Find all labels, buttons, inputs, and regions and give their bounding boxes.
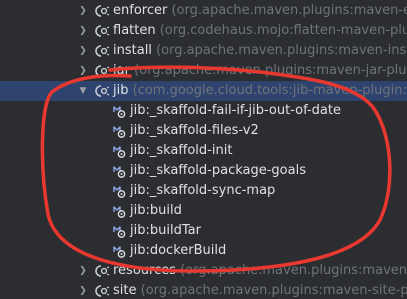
plugin-name: jib [113,83,129,98]
goal-name: jib:_skaffold-fail-if-jib-out-of-date [130,103,341,118]
plugin-row[interactable]: ❯ jar (org.apache.maven.plugins:maven-jar… [0,61,407,81]
goal-name: jib:_skaffold-files-v2 [130,123,259,138]
maven-plugin-icon [94,24,110,38]
maven-plugin-icon [94,44,110,58]
row-text: jar (org.apache.maven.plugins:maven-jar-… [113,61,407,81]
maven-goal-icon [113,223,127,239]
goal-row[interactable]: jib:build [0,201,407,221]
maven-goal-icon [113,103,127,119]
plugin-coordinates: (org.apache.maven.plugins:maven-re [180,263,407,278]
plugin-name: jar [113,63,130,78]
plugin-coordinates: (org.codehaus.mojo:flatten-maven-plu [159,23,407,38]
goal-name: jib:buildTar [130,223,201,238]
chevron-right-icon[interactable]: ❯ [78,21,88,41]
row-text: jib:dockerBuild [130,241,226,261]
maven-plugin-icon [94,4,110,18]
row-text: flatten (org.codehaus.mojo:flatten-maven… [113,21,407,41]
maven-plugin-icon [94,64,110,78]
goal-row[interactable]: jib:buildTar [0,221,407,241]
plugin-coordinates: (com.google.cloud.tools:jib-maven-plugin… [132,83,407,98]
row-text: resources (org.apache.maven.plugins:mave… [113,261,407,281]
maven-tool-window: ❯ enforcer (org.apache.maven.plugins:mave… [0,0,407,299]
goal-name: jib:_skaffold-sync-map [130,183,276,198]
row-text: jib:_skaffold-files-v2 [130,121,259,141]
plugin-name: site [113,283,137,298]
plugin-row[interactable]: ❯ enforcer (org.apache.maven.plugins:mave… [0,1,407,21]
plugin-coordinates: (org.apache.maven.plugins:maven-jar-plug… [134,63,407,78]
goal-row[interactable]: jib:_skaffold-package-goals [0,161,407,181]
row-text: jib (com.google.cloud.tools:jib-maven-pl… [113,81,407,101]
maven-goal-icon [113,203,127,219]
maven-goal-icon [113,143,127,159]
plugin-row[interactable]: ❯ resources (org.apache.maven.plugins:mav… [0,261,407,281]
chevron-right-icon[interactable]: ❯ [78,281,88,299]
row-text: jib:_skaffold-fail-if-jib-out-of-date [130,101,341,121]
row-text: enforcer (org.apache.maven.plugins:maven… [113,1,407,21]
row-text: jib:_skaffold-sync-map [130,181,275,201]
plugin-coordinates: (org.apache.maven.plugins:maven-site-plu [140,283,407,298]
row-text: install (org.apache.maven.plugins:maven-… [113,41,407,61]
plugin-coordinates: (org.apache.maven.plugins:maven-ent [171,3,407,18]
chevron-right-icon[interactable]: ❯ [78,261,88,281]
maven-plugin-icon [94,84,110,98]
maven-plugin-icon [94,284,110,298]
goal-row[interactable]: jib:_skaffold-fail-if-jib-out-of-date [0,101,407,121]
goal-name: jib:build [130,203,182,218]
goal-row[interactable]: jib:_skaffold-sync-map [0,181,407,201]
plugin-row[interactable]: ▼ jib (com.google.cloud.tools:jib-maven-p… [0,81,407,101]
goal-row[interactable]: jib:dockerBuild [0,241,407,261]
chevron-right-icon[interactable]: ❯ [78,41,88,61]
maven-goal-icon [113,243,127,259]
plugin-name: enforcer [113,3,168,18]
goal-name: jib:_skaffold-init [130,143,233,158]
row-text: jib:_skaffold-package-goals [130,161,306,181]
goal-name: jib:dockerBuild [130,243,227,258]
row-text: jib:_skaffold-init [130,141,232,161]
goal-name: jib:_skaffold-package-goals [130,163,306,178]
plugin-row[interactable]: ❯ site (org.apache.maven.plugins:maven-si… [0,281,407,299]
goal-row[interactable]: jib:_skaffold-init [0,141,407,161]
row-text: site (org.apache.maven.plugins:maven-sit… [113,281,407,299]
maven-goal-icon [113,123,127,139]
chevron-down-icon[interactable]: ▼ [78,81,88,101]
plugin-name: install [113,43,152,58]
maven-goal-icon [113,183,127,199]
row-text: jib:buildTar [130,221,201,241]
plugin-row[interactable]: ❯ install (org.apache.maven.plugins:maven… [0,41,407,61]
maven-goal-icon [113,163,127,179]
plugin-coordinates: (org.apache.maven.plugins:maven-install [156,43,407,58]
row-text: jib:build [130,201,182,221]
plugin-name: resources [113,263,177,278]
chevron-right-icon[interactable]: ❯ [78,61,88,81]
plugin-name: flatten [113,23,156,38]
goal-row[interactable]: jib:_skaffold-files-v2 [0,121,407,141]
chevron-right-icon[interactable]: ❯ [78,1,88,21]
maven-plugin-icon [94,264,110,278]
plugin-row[interactable]: ❯ flatten (org.codehaus.mojo:flatten-mave… [0,21,407,41]
